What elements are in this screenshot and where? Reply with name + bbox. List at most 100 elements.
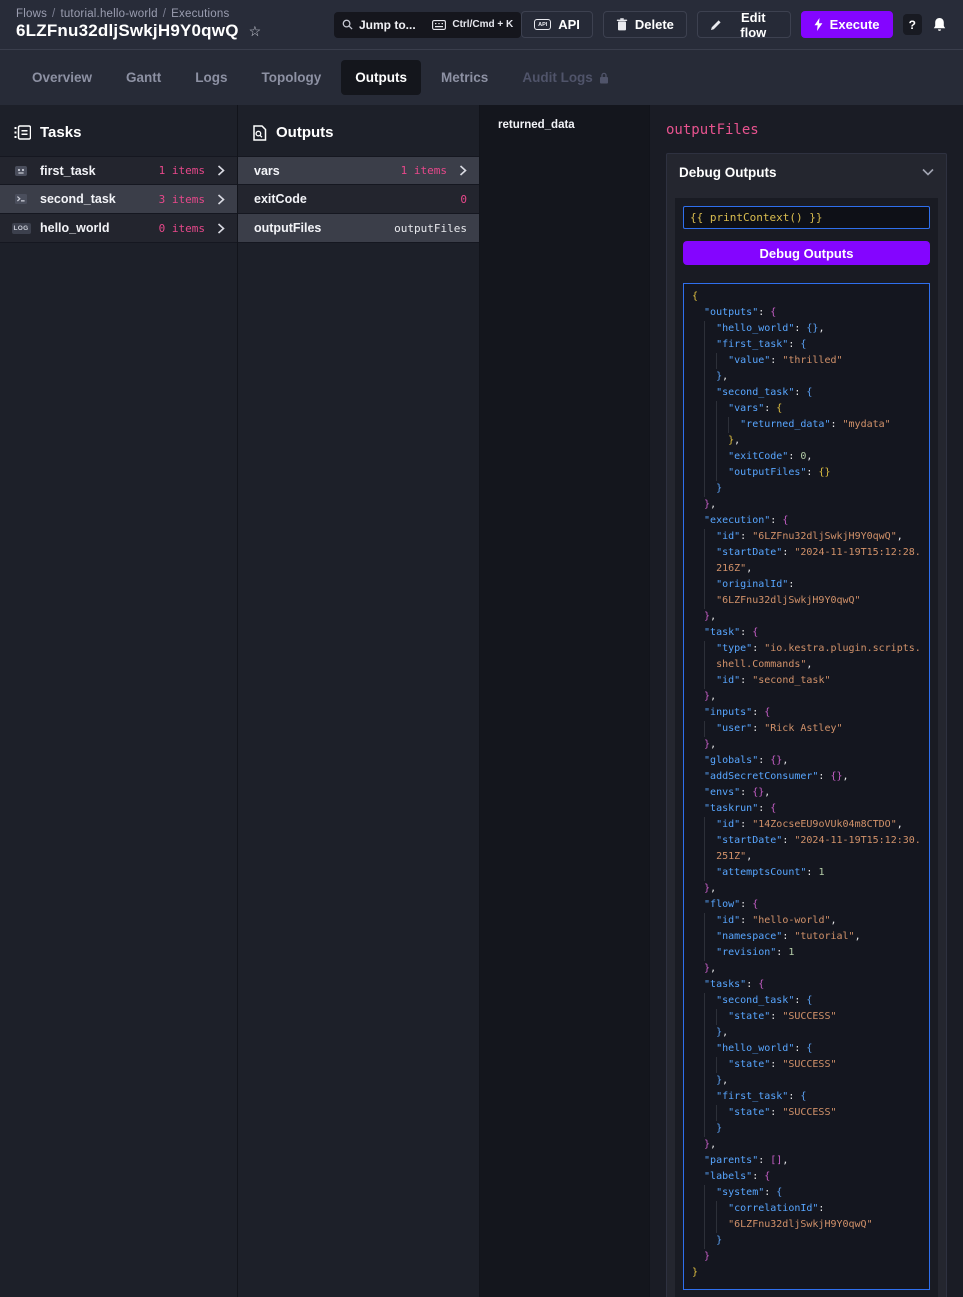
code-line: "task": { [684, 625, 925, 641]
tab-overview[interactable]: Overview [18, 60, 106, 95]
chevron-down-icon [922, 168, 934, 176]
code-line: "revision": 1 [684, 945, 925, 961]
code-line: "6LZFnu32dljSwkjH9Y0qwQ" [684, 593, 925, 609]
debug-output-code[interactable]: {"outputs": {"hello_world": {},"first_ta… [683, 283, 930, 1290]
task-label: hello_world [40, 221, 159, 235]
indent-guide [716, 1009, 717, 1025]
breadcrumb-flow-id[interactable]: tutorial.hello-world [60, 8, 157, 20]
console-icon [12, 193, 30, 205]
code-line: "envs": {}, [684, 785, 925, 801]
indent-guide [704, 593, 705, 609]
task-row-second_task[interactable]: second_task 3 items [0, 185, 237, 214]
indent-guide [704, 449, 705, 465]
code-line: }, [684, 433, 925, 449]
indent-guide [704, 401, 705, 417]
execution-tabs: OverviewGanttLogsTopologyOutputsMetricsA… [0, 50, 963, 105]
execute-button[interactable]: Execute [801, 11, 893, 38]
code-line: "hello_world": { [684, 1041, 925, 1057]
expression-value: {{ printContext() }} [690, 211, 822, 224]
debug-form: {{ printContext() }} Debug Outputs { "out… [675, 198, 938, 1297]
tab-metrics[interactable]: Metrics [427, 60, 502, 95]
task-list-icon [14, 125, 31, 140]
code-line: }, [684, 369, 925, 385]
output-label: vars [254, 164, 401, 178]
code-line: "second_task": { [684, 385, 925, 401]
code-line: "id": "hello-world", [684, 913, 925, 929]
tab-gantt[interactable]: Gantt [112, 60, 175, 95]
window-icon [12, 165, 30, 177]
code-line: "startDate": "2024-11-19T15:12:28. [684, 545, 925, 561]
breadcrumb[interactable]: Flows/tutorial.hello-world/Executions [16, 8, 334, 20]
debug-outputs-button[interactable]: Debug Outputs [683, 241, 930, 265]
code-line: shell.Commands", [684, 657, 925, 673]
indent-guide [704, 1041, 705, 1057]
pencil-icon [710, 19, 722, 31]
bell-icon[interactable] [932, 17, 947, 33]
code-line: { [684, 289, 925, 305]
code-line: "id": "14ZocseEU9oVUk04m8CTDO", [684, 817, 925, 833]
tab-logs[interactable]: Logs [181, 60, 241, 95]
code-line: "parents": [], [684, 1153, 925, 1169]
indent-guide [704, 417, 705, 433]
code-line: "first_task": { [684, 337, 925, 353]
lock-icon [599, 72, 609, 84]
tab-outputs[interactable]: Outputs [341, 60, 421, 95]
log-icon: LOG [12, 223, 30, 234]
code-line: "system": { [684, 1185, 925, 1201]
code-line: 251Z", [684, 849, 925, 865]
file-search-icon [252, 125, 267, 141]
indent-guide [704, 1057, 705, 1073]
code-line: "hello_world": {}, [684, 321, 925, 337]
indent-guide [704, 641, 705, 657]
code-line: "tasks": { [684, 977, 925, 993]
indent-guide [704, 1009, 705, 1025]
edit-flow-button[interactable]: Edit flow [697, 11, 791, 38]
output-row-exitCode[interactable]: exitCode 0 [238, 185, 479, 214]
indent-guide [704, 833, 705, 849]
code-line: "6LZFnu32dljSwkjH9Y0qwQ" [684, 1217, 925, 1233]
code-line: "value": "thrilled" [684, 353, 925, 369]
indent-guide [716, 1105, 717, 1121]
code-line: } [684, 1121, 925, 1137]
chevron-right-icon [459, 165, 467, 176]
selected-value-key[interactable]: returned_data [498, 119, 631, 131]
jump-to-search[interactable]: Jump to... Ctrl/Cmd + K [334, 12, 521, 38]
delete-button[interactable]: Delete [603, 11, 687, 38]
code-line: "state": "SUCCESS" [684, 1009, 925, 1025]
indent-guide [704, 369, 705, 385]
code-line: "first_task": { [684, 1089, 925, 1105]
code-line: "exitCode": 0, [684, 449, 925, 465]
indent-guide [716, 417, 717, 433]
code-line: }, [684, 497, 925, 513]
code-line: "second_task": { [684, 993, 925, 1009]
indent-guide [716, 1057, 717, 1073]
code-line: "globals": {}, [684, 753, 925, 769]
debug-card-header[interactable]: Debug Outputs [667, 154, 946, 190]
task-row-first_task[interactable]: first_task 1 items [0, 156, 237, 185]
task-row-hello_world[interactable]: LOG hello_world 0 items [0, 214, 237, 243]
code-line: "user": "Rick Astley" [684, 721, 925, 737]
code-line: "outputFiles": {} [684, 465, 925, 481]
detail-panel: outputFiles Debug Outputs {{ printContex… [650, 105, 963, 1297]
tab-topology[interactable]: Topology [248, 60, 336, 95]
output-row-outputFiles[interactable]: outputFiles outputFiles [238, 214, 479, 243]
breadcrumb-executions[interactable]: Executions [171, 8, 229, 20]
output-label: exitCode [254, 192, 460, 206]
code-line: "taskrun": { [684, 801, 925, 817]
favorite-star-icon[interactable]: ☆ [249, 23, 262, 40]
output-row-vars[interactable]: vars 1 items [238, 156, 479, 185]
indent-guide [704, 337, 705, 353]
output-key-title: outputFiles [666, 122, 947, 138]
api-button[interactable]: API API [521, 11, 593, 38]
code-line: "id": "6LZFnu32dljSwkjH9Y0qwQ", [684, 529, 925, 545]
indent-guide [704, 481, 705, 497]
indent-guide [704, 1025, 705, 1041]
output-value: 1 items [401, 164, 447, 177]
task-count: 3 items [159, 193, 205, 206]
help-icon[interactable]: ? [903, 14, 922, 35]
breadcrumb-flows[interactable]: Flows [16, 8, 47, 20]
indent-guide [704, 1121, 705, 1137]
output-value: outputFiles [394, 222, 467, 235]
chevron-right-icon [217, 223, 225, 234]
expression-input[interactable]: {{ printContext() }} [683, 206, 930, 229]
